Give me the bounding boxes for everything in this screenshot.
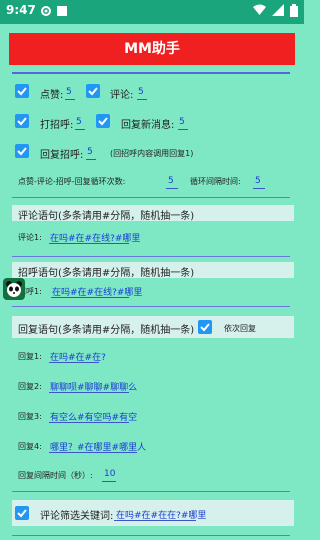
status-bar: 9:47 xyxy=(0,0,304,24)
input-underline xyxy=(253,188,265,189)
loop-count-label: 点赞-评论-招呼-回复循环次数: xyxy=(18,177,126,186)
comment-section-header: 评论语句(多条请用#分隔，随机抽一条) xyxy=(12,205,294,222)
divider xyxy=(12,256,290,257)
input-underline xyxy=(102,481,116,482)
check-icon xyxy=(17,87,27,96)
like-checkbox[interactable] xyxy=(15,84,29,98)
gear-icon xyxy=(41,6,51,16)
input-underline xyxy=(49,422,129,423)
input-underline xyxy=(49,392,129,393)
greet-label: 打招呼: xyxy=(40,120,74,131)
input-underline xyxy=(114,520,196,521)
check-icon xyxy=(17,117,27,126)
input-underline xyxy=(178,129,188,130)
input-underline xyxy=(75,129,85,130)
reply-3-label: 回复3: xyxy=(18,412,42,421)
reply-1-label: 回复1: xyxy=(18,352,42,361)
loop-count-input[interactable]: 5 xyxy=(168,176,174,186)
battery-icon xyxy=(290,4,298,17)
input-underline xyxy=(49,362,99,363)
wifi-icon xyxy=(253,4,266,15)
greet-count-input[interactable]: 5 xyxy=(76,117,82,127)
notification-square-icon xyxy=(57,6,67,16)
comment-1-label: 评论1: xyxy=(18,233,42,242)
reply-section-title: 回复语句(多条请用#分隔，随机抽一条) xyxy=(18,325,195,336)
comment-label: 评论: xyxy=(110,90,134,101)
signal-icon xyxy=(272,4,284,16)
check-icon xyxy=(17,147,27,156)
input-underline xyxy=(86,159,96,160)
status-time: 9:47 xyxy=(6,3,36,17)
reply-new-label: 回复新消息: xyxy=(121,120,175,131)
reply-greet-note: (回招呼内容调用回复1) xyxy=(110,149,194,158)
input-underline xyxy=(49,452,137,453)
reply-4-label: 回复4: xyxy=(18,442,42,451)
reply-2-label: 回复2: xyxy=(18,382,42,391)
comment-count-input[interactable]: 5 xyxy=(138,87,144,97)
reply-section-header: 回复语句(多条请用#分隔，随机抽一条) 依次回复 xyxy=(12,316,294,338)
divider xyxy=(12,306,290,307)
panda-icon xyxy=(6,281,22,297)
sequential-reply-checkbox[interactable] xyxy=(198,320,212,334)
input-underline xyxy=(49,243,129,244)
greet-section-title: 招呼语句(多条请用#分隔，随机抽一条) xyxy=(18,268,195,279)
check-icon xyxy=(17,509,27,518)
reply-interval-input[interactable]: 10 xyxy=(104,469,115,479)
input-underline xyxy=(65,99,75,100)
app-title: MM助手 xyxy=(9,33,295,65)
reply-new-checkbox[interactable] xyxy=(96,114,110,128)
divider xyxy=(12,535,290,536)
reply-greet-checkbox[interactable] xyxy=(15,144,29,158)
like-label: 点赞: xyxy=(40,90,64,101)
status-right-icons xyxy=(253,4,298,17)
greet-section-header: 招呼语句(多条请用#分隔，随机抽一条) xyxy=(12,262,294,279)
check-icon xyxy=(88,87,98,96)
filter-label: 评论筛选关键词: xyxy=(40,511,114,522)
divider xyxy=(12,197,290,198)
check-icon xyxy=(200,323,210,332)
reply-new-count-input[interactable]: 5 xyxy=(179,117,185,127)
panda-float-icon[interactable] xyxy=(3,278,25,300)
reply-interval-label: 回复间隔时间（秒）: xyxy=(18,471,93,480)
loop-interval-label: 循环间隔时间: xyxy=(190,177,241,186)
comment-section-title: 评论语句(多条请用#分隔，随机抽一条) xyxy=(18,211,195,222)
greet-checkbox[interactable] xyxy=(15,114,29,128)
reply-greet-label: 回复招呼: xyxy=(40,150,84,161)
filter-checkbox[interactable] xyxy=(15,506,29,520)
input-underline xyxy=(51,297,129,298)
comment-checkbox[interactable] xyxy=(86,84,100,98)
sequential-reply-label: 依次回复 xyxy=(224,324,256,333)
divider xyxy=(12,72,290,74)
reply-greet-count-input[interactable]: 5 xyxy=(87,147,93,157)
check-icon xyxy=(98,117,108,126)
like-count-input[interactable]: 5 xyxy=(66,87,72,97)
loop-interval-input[interactable]: 5 xyxy=(255,176,261,186)
filter-panel: 评论筛选关键词: 在吗#在#在在?#哪里 xyxy=(12,500,294,526)
input-underline xyxy=(166,188,178,189)
input-underline xyxy=(137,99,147,100)
divider xyxy=(12,491,290,492)
